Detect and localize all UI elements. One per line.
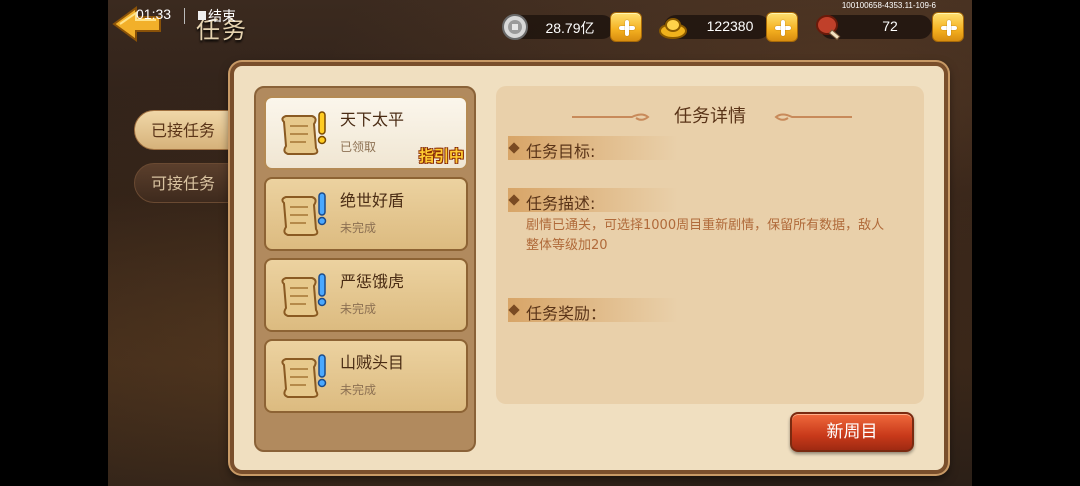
add-silver-button[interactable] bbox=[610, 12, 642, 42]
gold-value: 122380 bbox=[706, 18, 754, 34]
clock: 01:33 bbox=[136, 6, 172, 22]
diamond-icon bbox=[508, 194, 520, 206]
quest-status: 未完成 bbox=[340, 383, 377, 397]
quest-name: 山贼头目 bbox=[340, 353, 405, 372]
quest-item[interactable]: 严惩饿虎 未完成 bbox=[264, 258, 468, 332]
quest-scroll-icon bbox=[281, 354, 327, 398]
silver-currency: 28.79亿 bbox=[502, 12, 646, 42]
diamond-icon bbox=[508, 304, 520, 316]
tab-accepted-quests[interactable]: 已接任务 bbox=[134, 110, 240, 150]
gold-currency: 122380 bbox=[659, 12, 800, 42]
silver-coin-icon bbox=[502, 14, 528, 40]
quest-scroll-icon bbox=[281, 273, 327, 317]
end-record-button[interactable]: 结束 bbox=[208, 6, 236, 26]
quest-status: 未完成 bbox=[340, 302, 377, 316]
stamina-value: 72 bbox=[882, 18, 898, 34]
quest-name: 绝世好盾 bbox=[340, 191, 405, 210]
divider bbox=[184, 8, 185, 24]
new-cycle-button[interactable]: 新周目 bbox=[790, 412, 914, 452]
quest-name: 严惩饿虎 bbox=[340, 272, 405, 291]
reward-header: 任务奖励： bbox=[508, 298, 678, 323]
quest-status: 已领取 bbox=[340, 140, 377, 154]
quest-item[interactable]: 山贼头目 未完成 bbox=[264, 339, 468, 413]
desc-label: 任务描述: bbox=[526, 194, 596, 213]
tab-available-quests[interactable]: 可接任务 bbox=[134, 163, 240, 203]
diamond-icon bbox=[508, 142, 520, 154]
quest-scroll-icon bbox=[281, 111, 327, 155]
add-gold-button[interactable] bbox=[766, 12, 798, 42]
build-id: 100100658-4353.11-109-6 bbox=[841, 1, 936, 10]
detail-title: 任务详情 bbox=[674, 106, 746, 127]
stop-icon[interactable] bbox=[198, 11, 206, 20]
add-stamina-button[interactable] bbox=[932, 12, 964, 42]
reward-label: 任务奖励： bbox=[526, 304, 607, 323]
meat-icon bbox=[816, 15, 841, 41]
stamina-currency: 72 bbox=[816, 12, 966, 42]
quest-name: 天下太平 bbox=[340, 110, 405, 129]
game-screen: 任务 01:33 结束 100100658-4353.11-109-6 28.7… bbox=[108, 0, 972, 486]
silver-value: 28.79亿 bbox=[545, 20, 595, 36]
recorder-overlay: 01:33 结束 bbox=[108, 6, 258, 28]
quest-scroll-icon bbox=[281, 192, 327, 236]
quest-description: 剧情已通关，可选择1000周目重新剧情，保留所有数据，敌人整体等级加20 bbox=[526, 218, 885, 253]
quest-status: 未完成 bbox=[340, 221, 377, 235]
quest-list: 天下太平 已领取 指引中 绝世好盾 未完成 严惩饿虎 未完成 山贼头目 未完成 bbox=[254, 86, 476, 452]
quest-panel: 天下太平 已领取 指引中 绝世好盾 未完成 严惩饿虎 未完成 山贼头目 未完成 … bbox=[230, 62, 948, 474]
quest-item[interactable]: 绝世好盾 未完成 bbox=[264, 177, 468, 251]
goal-header: 任务目标: bbox=[508, 136, 678, 161]
desc-header: 任务描述: bbox=[508, 188, 678, 213]
guide-badge: 指引中 bbox=[418, 147, 464, 165]
gold-ingot-icon bbox=[659, 18, 687, 39]
quest-item[interactable]: 天下太平 已领取 指引中 bbox=[264, 96, 468, 170]
ornament-right-icon bbox=[774, 113, 852, 121]
quest-detail: 任务详情 任务目标: 任务描述: 剧情已通关，可选择1000周目重新剧情，保留所… bbox=[496, 86, 924, 404]
goal-label: 任务目标: bbox=[526, 142, 596, 161]
